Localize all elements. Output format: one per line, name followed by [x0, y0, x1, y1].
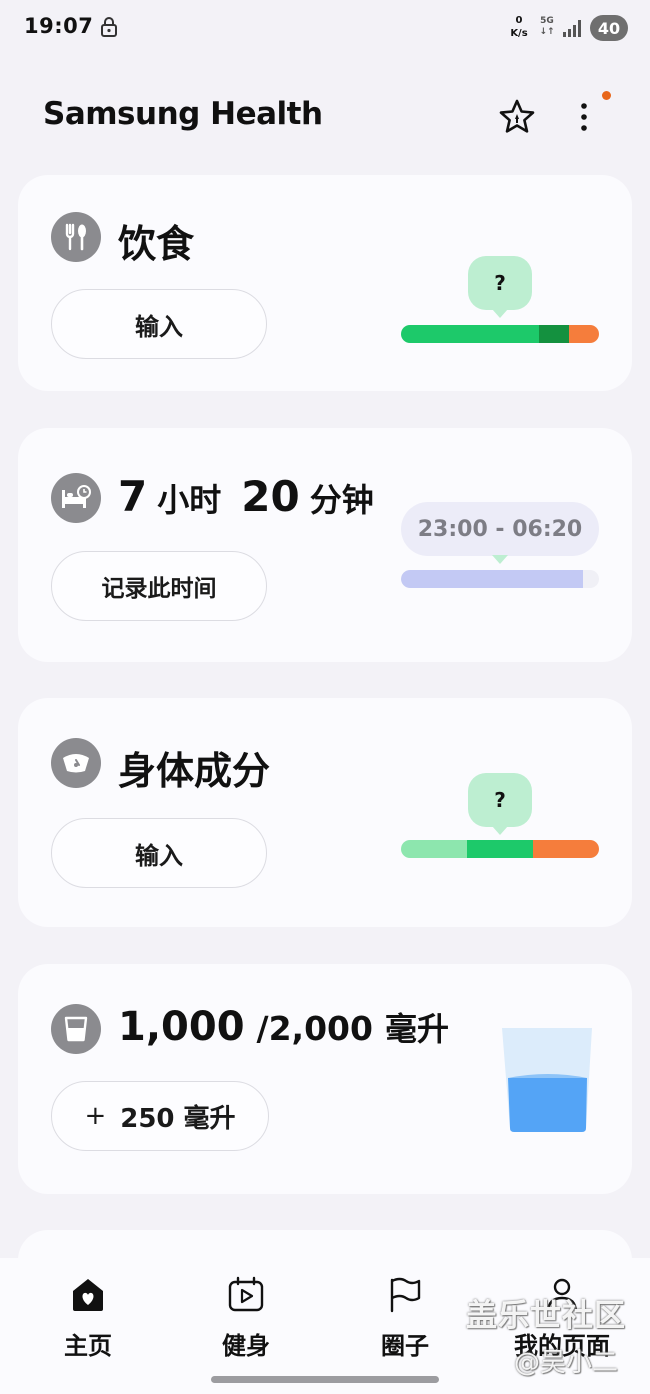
network-speed-value: 0: [515, 15, 523, 26]
cutlery-icon: [51, 212, 101, 262]
record-sleep-button[interactable]: 记录此时间: [51, 551, 267, 621]
sleep-duration: 7 小时 20 分钟: [118, 472, 374, 521]
food-score-bubble: ?: [468, 256, 532, 310]
signal-icon: [563, 20, 581, 37]
food-bar-dark-green: [539, 325, 569, 343]
plus-icon: +: [84, 1101, 107, 1131]
food-bar-orange: [569, 325, 599, 343]
sleep-time-range: 23:00 - 06:20: [401, 502, 599, 556]
app-title: Samsung Health: [43, 96, 323, 132]
nav-fitness[interactable]: 健身: [186, 1258, 306, 1368]
scale-icon: [51, 738, 101, 788]
data-arrows-icon: ↓↑: [539, 27, 555, 37]
network-speed-unit: K/s: [510, 28, 528, 39]
fitness-play-icon: [228, 1276, 264, 1312]
watermark-text: 盖乐世社区: [466, 1298, 626, 1334]
add-water-button[interactable]: + 250 毫升: [51, 1081, 269, 1151]
sleep-card[interactable]: 7 小时 20 分钟 记录此时间 23:00 - 06:20: [18, 428, 632, 662]
add-water-amount: 250 毫升: [120, 1103, 236, 1134]
food-bar-green: [401, 325, 539, 343]
nav-together[interactable]: 圈子: [345, 1258, 465, 1368]
water-glass-icon[interactable]: [498, 1024, 598, 1136]
water-unit: 毫升: [384, 1010, 449, 1048]
status-bar: 19:07 0 K/s 5G ↓↑ 40: [0, 0, 650, 56]
sleep-hours: 7: [118, 472, 148, 521]
network-type: 5G ↓↑: [538, 16, 556, 38]
body-bar-green: [467, 840, 533, 858]
body-composition-bar: [401, 840, 599, 858]
home-indicator[interactable]: [211, 1376, 439, 1383]
body-composition-card[interactable]: 身体成分 输入 ?: [18, 698, 632, 927]
cup-icon: [51, 1004, 101, 1054]
sleep-minutes: 20: [241, 472, 300, 521]
water-intake: 1,000 /2,000 毫升: [118, 1004, 449, 1050]
status-time: 19:07: [24, 14, 94, 38]
food-title: 饮食: [118, 222, 195, 266]
flag-icon: [390, 1277, 421, 1313]
sleep-hours-unit: 小时: [157, 481, 222, 519]
water-card[interactable]: 1,000 /2,000 毫升 + 250 毫升: [18, 964, 632, 1194]
food-input-button[interactable]: 输入: [51, 289, 267, 359]
body-bar-orange: [533, 840, 599, 858]
battery-indicator: 40: [590, 15, 628, 41]
network-type-label: 5G: [540, 16, 554, 26]
water-goal: /2,000: [256, 1009, 373, 1048]
body-composition-title: 身体成分: [118, 749, 271, 793]
lock-icon: [101, 17, 117, 37]
sleep-bar-fill: [401, 570, 584, 588]
food-card[interactable]: 饮食 输入 ?: [18, 175, 632, 391]
water-current: 1,000: [118, 1004, 245, 1050]
sleep-minutes-unit: 分钟: [309, 481, 374, 519]
nav-home-label: 主页: [64, 1332, 112, 1360]
nav-together-label: 圈子: [381, 1332, 429, 1360]
body-score-bubble: ?: [468, 773, 532, 827]
more-options-icon[interactable]: [572, 100, 596, 134]
notification-dot: [602, 91, 611, 100]
nav-home[interactable]: 主页: [28, 1258, 148, 1368]
star-icon[interactable]: [498, 98, 536, 136]
sleep-bar: [401, 570, 599, 588]
network-speed: 0 K/s: [507, 14, 531, 40]
body-bar-light-green: [401, 840, 467, 858]
body-input-button[interactable]: 输入: [51, 818, 267, 888]
watermark-author: @吴小二: [514, 1348, 619, 1378]
bed-icon: [51, 473, 101, 523]
nav-fitness-label: 健身: [222, 1332, 270, 1360]
food-balance-bar: [401, 325, 599, 343]
home-icon: [73, 1279, 103, 1311]
